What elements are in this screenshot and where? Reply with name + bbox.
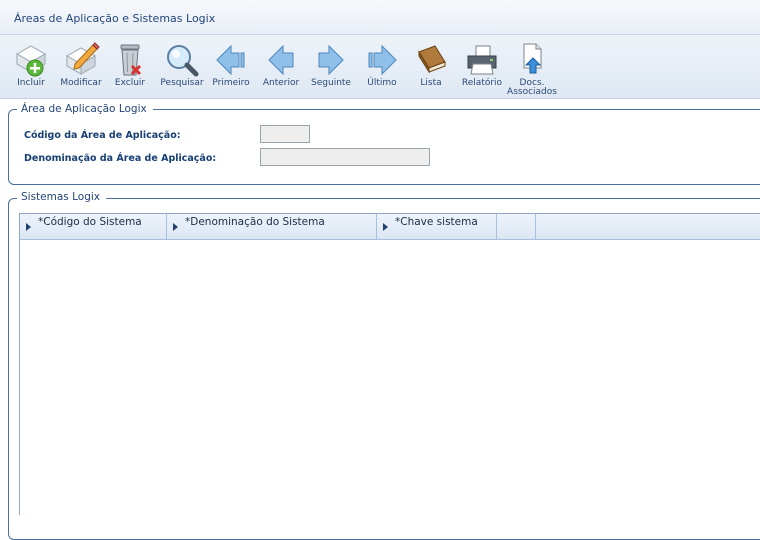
column-header-chave-sistema[interactable]: *Chave sistema: [377, 214, 497, 239]
column-header-denominacao-sistema[interactable]: *Denominação do Sistema: [167, 214, 377, 239]
grid-body: [20, 240, 760, 515]
title-bar: Áreas de Aplicação e Sistemas Logix: [0, 0, 760, 35]
sistemas-logix-legend: Sistemas Logix: [17, 191, 106, 203]
search-icon: [167, 45, 199, 77]
document-upload-icon: [523, 43, 542, 74]
lista-button[interactable]: Lista: [406, 39, 456, 97]
last-arrow-icon: [368, 44, 397, 76]
printer-icon: [467, 45, 497, 75]
next-arrow-icon: [318, 44, 344, 76]
codigo-area-input[interactable]: [260, 125, 310, 143]
add-icon: [15, 45, 47, 77]
toolbar: Incluir Modificar Excluir Pesquisar Prim…: [0, 35, 760, 99]
column-label: *Denominação do Sistema: [185, 216, 325, 228]
area-aplicacao-legend: Área de Aplicação Logix: [17, 103, 153, 115]
ultimo-button[interactable]: Último: [357, 39, 407, 97]
docs-label-line2: Associados: [507, 87, 557, 97]
trash-icon: [120, 44, 142, 76]
grid-header: *Código do Sistema *Denominação do Siste…: [20, 214, 760, 240]
book-icon: [418, 45, 446, 74]
denominacao-area-label: Denominação da Área de Aplicação:: [24, 153, 217, 164]
incluir-button[interactable]: Incluir: [6, 39, 56, 97]
window-title: Áreas de Aplicação e Sistemas Logix: [14, 12, 216, 25]
docs-associados-button[interactable]: Docs. Associados: [507, 39, 557, 97]
edit-icon: [65, 42, 100, 75]
codigo-area-label: Código da Área de Aplicação:: [24, 130, 181, 141]
sistemas-grid: *Código do Sistema *Denominação do Siste…: [19, 213, 760, 515]
sort-arrow-icon: [173, 223, 178, 231]
sort-arrow-icon: [26, 223, 31, 231]
docs-associados-label: Docs. Associados: [501, 79, 563, 97]
seguinte-button[interactable]: Seguinte: [306, 39, 356, 97]
column-label: *Código do Sistema: [38, 216, 142, 228]
sort-arrow-icon: [383, 223, 388, 231]
modificar-button[interactable]: Modificar: [56, 39, 106, 97]
first-arrow-icon: [216, 44, 245, 76]
column-header-codigo-sistema[interactable]: *Código do Sistema: [20, 214, 167, 239]
column-header-extra: [497, 214, 536, 239]
anterior-button[interactable]: Anterior: [256, 39, 306, 97]
pesquisar-button[interactable]: Pesquisar: [157, 39, 207, 97]
primeiro-button[interactable]: Primeiro: [206, 39, 256, 97]
area-aplicacao-fieldset: [8, 109, 760, 185]
denominacao-area-input[interactable]: [260, 148, 430, 166]
relatorio-button[interactable]: Relatório: [457, 39, 507, 97]
column-label: *Chave sistema: [395, 216, 478, 228]
excluir-button[interactable]: Excluir: [105, 39, 155, 97]
previous-arrow-icon: [268, 44, 294, 76]
